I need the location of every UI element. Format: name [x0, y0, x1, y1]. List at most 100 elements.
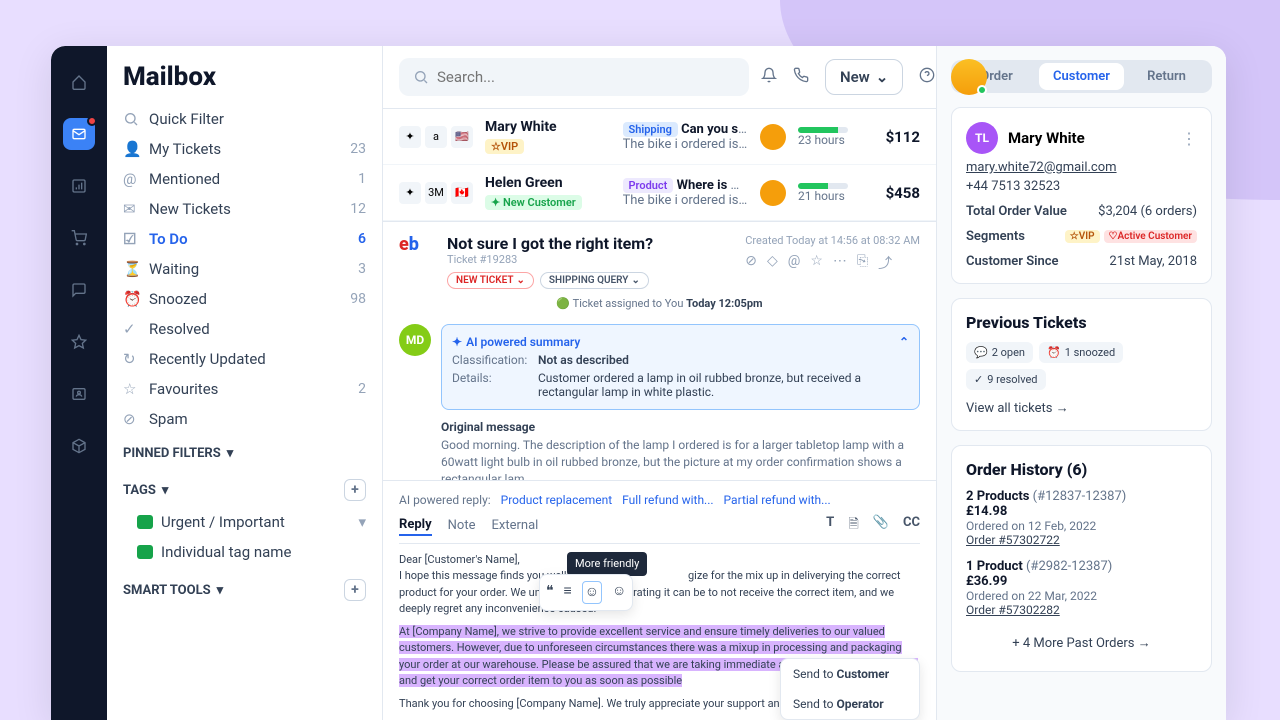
friendly-icon[interactable]: ☺: [582, 581, 602, 604]
contact-icon[interactable]: [63, 378, 95, 410]
tag-item[interactable]: Urgent / Important▾: [107, 507, 382, 537]
ticket-row[interactable]: ✦a🇺🇸 Mary White☆VIP Shipping Can you sen…: [383, 109, 936, 165]
order-history-card: Order History (6) 2 Products (#12837-123…: [951, 445, 1212, 672]
mailbox-title: Mailbox: [107, 62, 382, 104]
snoozed-chip[interactable]: ⏰ 1 snoozed: [1039, 342, 1123, 363]
ticket-row[interactable]: ✦3M🇨🇦 Helen Green✦ New Customer Product …: [383, 165, 936, 221]
open-chip[interactable]: 💬 2 open: [966, 342, 1033, 363]
customer-phone: +44 7513 32523: [966, 179, 1197, 194]
filter-resolved[interactable]: ✓Resolved: [107, 314, 382, 344]
note-tab[interactable]: Note: [448, 516, 476, 535]
ticket-list: ✦a🇺🇸 Mary White☆VIP Shipping Can you sen…: [383, 109, 936, 222]
user-avatar[interactable]: [951, 59, 987, 95]
filter-waiting[interactable]: ⏳Waiting3: [107, 254, 382, 284]
external-tab[interactable]: External: [492, 516, 539, 535]
customer-avatar: TL: [966, 122, 998, 154]
nav-rail: [51, 46, 107, 720]
send-operator[interactable]: Send to Operator: [781, 689, 919, 719]
assign-icon[interactable]: @: [788, 253, 801, 273]
filter-to-do[interactable]: ☑To Do6: [107, 224, 382, 254]
suggestion-1[interactable]: Product replacement: [501, 493, 613, 507]
attach-icon[interactable]: 📎: [873, 515, 889, 537]
bell-icon[interactable]: [761, 67, 777, 87]
view-all-tickets[interactable]: View all tickets →: [966, 400, 1197, 416]
right-panel: Order Customer Return TL Mary White ⋮ ma…: [936, 46, 1226, 720]
filter-favourites[interactable]: ☆Favourites2: [107, 374, 382, 404]
created-time: Created Today at 14:56 at 08:32 AM: [745, 234, 920, 247]
add-tag-button[interactable]: +: [344, 479, 366, 501]
order-item[interactable]: 2 Products (#12837-12387)£14.98Ordered o…: [966, 489, 1197, 547]
new-button[interactable]: New ⌄: [825, 59, 903, 95]
tone-tooltip: More friendly: [567, 552, 647, 577]
phone-icon[interactable]: [793, 67, 809, 87]
home-icon[interactable]: [63, 66, 95, 98]
star-action-icon[interactable]: ☆: [810, 253, 823, 273]
customer-name: Mary White: [1008, 129, 1085, 147]
suggestion-2[interactable]: Full refund with...: [622, 493, 713, 507]
filter-recently-updated[interactable]: ↻Recently Updated: [107, 344, 382, 374]
cart-icon[interactable]: [63, 222, 95, 254]
send-customer[interactable]: Send to Customer: [781, 659, 919, 689]
shipping-query-pill[interactable]: SHIPPING QUERY ⌄: [540, 272, 649, 289]
cc-button[interactable]: CC: [903, 515, 920, 537]
send-menu: Send to Customer Send to Operator: [780, 658, 920, 720]
filter-new-tickets[interactable]: ✉New Tickets12: [107, 194, 382, 224]
return-tab[interactable]: Return: [1124, 63, 1209, 90]
segment-tabs: Order Customer Return: [951, 60, 1212, 93]
quote-icon[interactable]: ❝: [546, 581, 554, 604]
original-message-text: Good morning. The description of the lam…: [441, 437, 920, 480]
filter-spam[interactable]: ⊘Spam: [107, 404, 382, 434]
star-icon[interactable]: [63, 326, 95, 358]
customer-email[interactable]: mary.white72@gmail.com: [966, 160, 1197, 175]
tags-head[interactable]: TAGS ▾+: [107, 467, 382, 507]
formal-icon[interactable]: ☺: [612, 581, 626, 604]
sender-avatar: MD: [399, 324, 431, 356]
rewrite-icon[interactable]: ≡: [564, 581, 572, 604]
search-input[interactable]: [437, 68, 735, 86]
reply-area: AI powered reply: Product replacement Fu…: [383, 480, 936, 720]
file-icon[interactable]: 🗎: [848, 515, 858, 537]
filter-my-tickets[interactable]: 👤My Tickets23: [107, 134, 382, 164]
analytics-icon[interactable]: [63, 170, 95, 202]
topbar: New ⌄: [383, 46, 936, 109]
main-content: New ⌄ ✦a🇺🇸 Mary White☆VIP Shipping Can y…: [383, 46, 936, 720]
mail-icon[interactable]: [63, 118, 95, 150]
more-icon[interactable]: ⋮: [1181, 129, 1197, 148]
order-item[interactable]: 1 Product (#2982-12387)£36.99Ordered on …: [966, 559, 1197, 617]
ai-summary-box: ✦ AI powered summary⌃ Classification:Not…: [441, 324, 920, 410]
smart-tools-head[interactable]: SMART TOOLS ▾+: [107, 567, 382, 607]
sidebar: Mailbox Quick Filter 👤My Tickets23@Menti…: [107, 46, 383, 720]
customer-tab[interactable]: Customer: [1039, 63, 1124, 90]
reply-tab[interactable]: Reply: [399, 515, 432, 536]
package-icon[interactable]: [63, 430, 95, 462]
tag-item[interactable]: Individual tag name: [107, 537, 382, 567]
copy-icon[interactable]: ⎘: [857, 253, 868, 273]
pinned-filters-head[interactable]: PINNED FILTERS ▾: [107, 434, 382, 467]
chat-icon[interactable]: [63, 274, 95, 306]
quick-filter[interactable]: Quick Filter: [107, 104, 382, 134]
filter-mentioned[interactable]: @Mentioned1: [107, 164, 382, 194]
filter-snoozed[interactable]: ⏰Snoozed98: [107, 284, 382, 314]
tag-icon[interactable]: ⊘: [745, 253, 757, 273]
link-icon[interactable]: ⋯: [833, 253, 847, 273]
assigned-notice: 🟢 Ticket assigned to You Today 12:05pm: [399, 289, 920, 318]
tone-toolbar: ❝ ≡ ☺ ☺: [539, 574, 633, 611]
prev-tickets-head: Previous Tickets: [966, 313, 1197, 332]
resolved-chip[interactable]: ✓ 9 resolved: [966, 369, 1046, 390]
bookmark-icon[interactable]: ◇: [767, 253, 778, 273]
share-icon[interactable]: ⤴: [878, 253, 892, 273]
ticket-detail: eb Not sure I got the right item? Ticket…: [383, 222, 936, 480]
new-ticket-pill[interactable]: NEW TICKET ⌄: [447, 272, 534, 289]
customer-card: TL Mary White ⋮ mary.white72@gmail.com +…: [951, 107, 1212, 284]
ai-summary-head[interactable]: ✦ AI powered summary⌃: [452, 335, 909, 349]
more-orders-link[interactable]: + 4 More Past Orders →: [966, 629, 1197, 657]
add-tool-button[interactable]: +: [344, 579, 366, 601]
search-box[interactable]: [399, 58, 749, 96]
ticket-title: Not sure I got the right item?: [447, 234, 733, 253]
previous-tickets-card: Previous Tickets 💬 2 open ⏰ 1 snoozed ✓ …: [951, 298, 1212, 431]
help-icon[interactable]: [919, 67, 935, 87]
suggestion-3[interactable]: Partial refund with...: [724, 493, 831, 507]
ticket-id: Ticket #19283: [447, 253, 733, 266]
format-icon[interactable]: 𝐓: [826, 515, 834, 537]
ebay-logo-icon: eb: [399, 234, 435, 258]
